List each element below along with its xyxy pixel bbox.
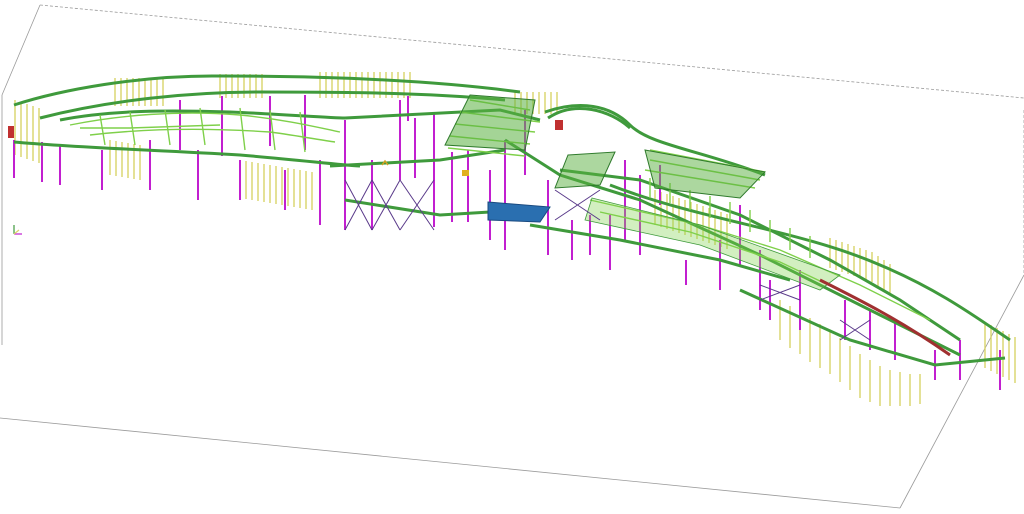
bounding-box — [0, 4, 1024, 509]
model-viewport[interactable] — [0, 0, 1024, 514]
structural-model-view[interactable] — [0, 0, 1024, 514]
axis-triad-icon — [13, 225, 22, 235]
